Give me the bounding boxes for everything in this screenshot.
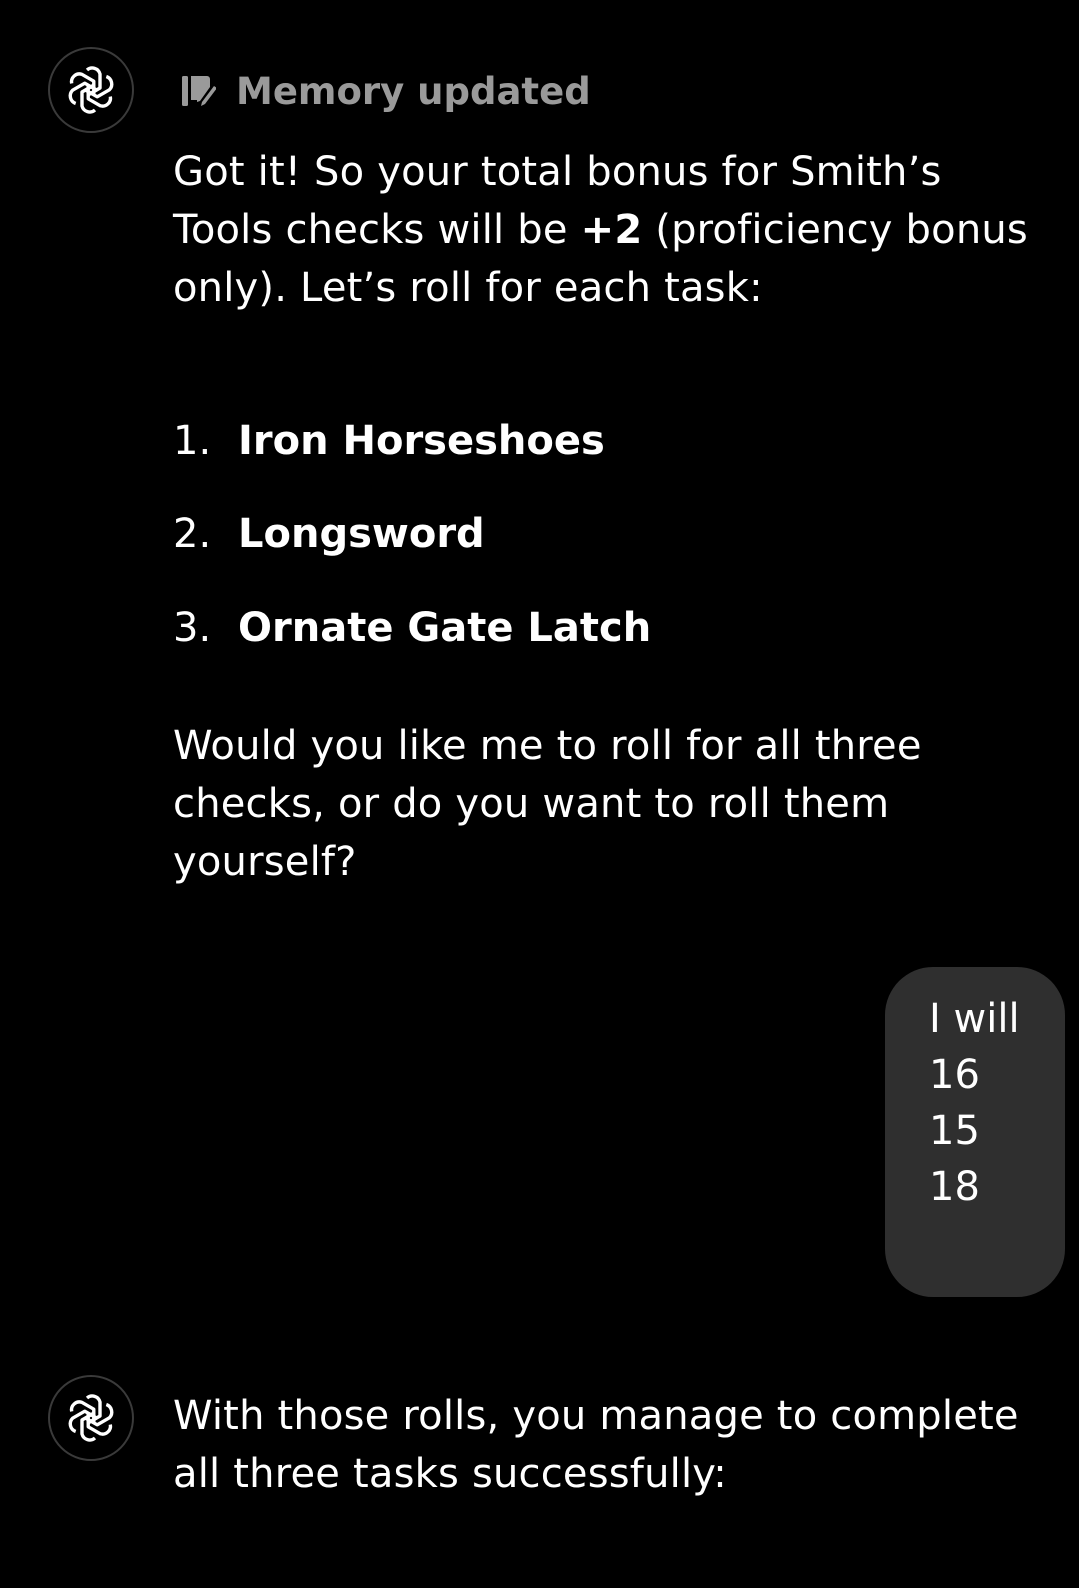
- list-item: 3. Ornate Gate Latch: [173, 599, 651, 657]
- list-number: 2.: [173, 511, 212, 557]
- list-number: 3.: [173, 605, 212, 651]
- task-title: Longsword: [238, 511, 485, 557]
- assistant-question-text: Would you like me to roll for all three …: [173, 723, 922, 885]
- memory-notebook-icon: [182, 76, 216, 106]
- openai-logo-icon: [68, 66, 114, 114]
- assistant-result-text: With those rolls, you manage to complete…: [173, 1393, 1019, 1497]
- bonus-value: +2: [580, 207, 643, 253]
- user-message-line: 15: [929, 1108, 980, 1154]
- openai-logo-icon: [68, 1394, 114, 1442]
- assistant-intro-text: Got it! So your total bonus for Smith’s …: [173, 143, 1043, 317]
- user-message-line: 16: [929, 1052, 980, 1098]
- list-number: 1.: [173, 418, 212, 464]
- list-item: 1. Iron Horseshoes: [173, 412, 605, 470]
- user-message-line: I will: [929, 996, 1020, 1042]
- list-item: 2. Longsword: [173, 505, 485, 563]
- task-title: Ornate Gate Latch: [238, 605, 652, 651]
- user-message-bubble[interactable]: I will 16 15 18: [885, 967, 1065, 1297]
- assistant-avatar: [48, 1375, 134, 1461]
- memory-updated-label: Memory updated: [236, 69, 591, 113]
- task-title: Iron Horseshoes: [238, 418, 605, 464]
- memory-updated-indicator[interactable]: Memory updated: [180, 68, 591, 114]
- user-message-line: 18: [929, 1164, 980, 1210]
- assistant-avatar: [48, 47, 134, 133]
